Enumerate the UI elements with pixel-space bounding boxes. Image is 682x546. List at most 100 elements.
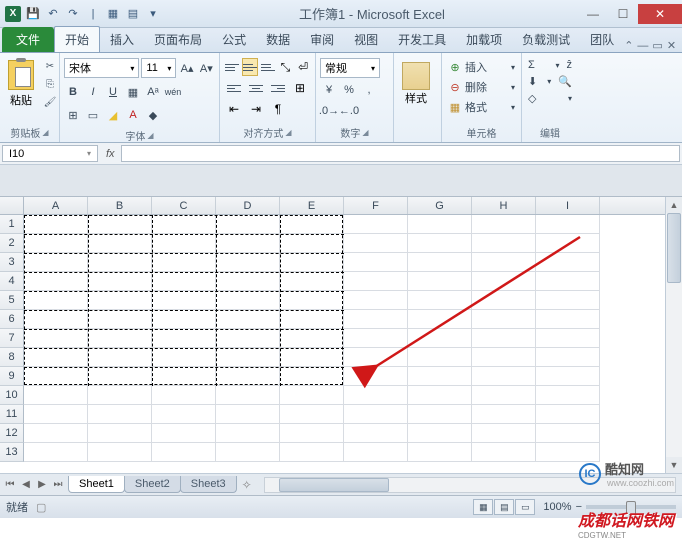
close-button[interactable]: ✕	[638, 4, 682, 24]
row-header[interactable]: 6	[0, 310, 24, 329]
border-icon[interactable]: ▦	[124, 83, 142, 101]
cell[interactable]	[344, 272, 408, 291]
sheet-next-icon[interactable]: ▶	[34, 479, 50, 490]
column-header[interactable]: H	[472, 197, 536, 214]
cell[interactable]	[24, 405, 88, 424]
sheet-last-icon[interactable]: ⏭	[50, 479, 66, 490]
column-header[interactable]: E	[280, 197, 344, 214]
align-middle-icon[interactable]	[242, 58, 258, 76]
format-cells-button[interactable]: ▦格式▾	[446, 98, 517, 116]
cell[interactable]	[472, 234, 536, 253]
cell[interactable]	[344, 348, 408, 367]
delete-cells-button[interactable]: ⊖删除▾	[446, 78, 517, 96]
cell[interactable]	[216, 367, 280, 386]
row-header[interactable]: 1	[0, 215, 24, 234]
zoom-out-icon[interactable]: −	[576, 501, 582, 513]
tab-team[interactable]: 团队	[580, 27, 624, 52]
view-layout-icon[interactable]: ▤	[494, 499, 514, 515]
cell[interactable]	[408, 329, 472, 348]
cell[interactable]	[344, 386, 408, 405]
column-header[interactable]: C	[152, 197, 216, 214]
scroll-up-icon[interactable]: ▲	[666, 197, 682, 213]
cell[interactable]	[408, 215, 472, 234]
undo-icon[interactable]: ↶	[44, 5, 62, 23]
scroll-down-icon[interactable]: ▼	[666, 457, 682, 473]
tab-view[interactable]: 视图	[344, 27, 388, 52]
cell[interactable]	[24, 329, 88, 348]
cell[interactable]	[536, 215, 600, 234]
cell[interactable]	[152, 348, 216, 367]
cell[interactable]	[24, 234, 88, 253]
row-header[interactable]: 13	[0, 443, 24, 462]
cell[interactable]	[472, 215, 536, 234]
number-format-combo[interactable]: 常规▾	[320, 58, 380, 78]
tab-addins[interactable]: 加载项	[456, 27, 512, 52]
tab-dev[interactable]: 开发工具	[388, 27, 456, 52]
cell[interactable]	[280, 367, 344, 386]
zoom-slider[interactable]	[586, 505, 676, 509]
sheet-tab-1[interactable]: Sheet1	[68, 476, 125, 493]
cut-icon[interactable]: ✂	[41, 58, 59, 74]
save-icon[interactable]: 💾	[24, 5, 42, 23]
column-header[interactable]: A	[24, 197, 88, 214]
row-header[interactable]: 12	[0, 424, 24, 443]
border-bottom-icon[interactable]: ⊞	[64, 106, 82, 124]
row-header[interactable]: 9	[0, 367, 24, 386]
cell[interactable]	[216, 424, 280, 443]
cell[interactable]	[88, 329, 152, 348]
cell[interactable]	[472, 310, 536, 329]
autosum-button[interactable]: Σ▾ẑ	[526, 58, 574, 72]
tab-review[interactable]: 审阅	[300, 27, 344, 52]
cell[interactable]	[536, 386, 600, 405]
paste-button[interactable]: 粘贴	[4, 58, 38, 110]
cell[interactable]	[344, 215, 408, 234]
sort-icon[interactable]: ẑ	[567, 59, 573, 71]
increase-indent-icon[interactable]: ⇥	[246, 100, 266, 118]
cell[interactable]	[472, 272, 536, 291]
comma-icon[interactable]: ,	[360, 81, 378, 99]
vertical-scrollbar[interactable]: ▲ ▼	[665, 197, 682, 473]
bold-button[interactable]: B	[64, 83, 82, 101]
underline-button[interactable]: U	[104, 83, 122, 101]
cell[interactable]	[152, 367, 216, 386]
cell[interactable]	[472, 443, 536, 462]
align-bottom-icon[interactable]	[260, 58, 276, 76]
row-header[interactable]: 10	[0, 386, 24, 405]
cell[interactable]	[280, 386, 344, 405]
cell[interactable]	[536, 310, 600, 329]
cell[interactable]	[536, 272, 600, 291]
rtl-icon[interactable]: ¶	[268, 100, 288, 118]
cell[interactable]	[408, 310, 472, 329]
select-all-corner[interactable]	[0, 197, 24, 214]
cell[interactable]	[280, 272, 344, 291]
superscript-icon[interactable]: Aᵃ	[144, 83, 162, 101]
macro-record-icon[interactable]: ▢	[36, 501, 46, 514]
cell[interactable]	[24, 272, 88, 291]
fill-button[interactable]: ⬇▾🔍	[526, 74, 574, 89]
cell[interactable]	[24, 310, 88, 329]
cell[interactable]	[24, 443, 88, 462]
merge-icon[interactable]: ⊞	[290, 79, 310, 97]
decrease-indent-icon[interactable]: ⇤	[224, 100, 244, 118]
grid-main[interactable]: ABCDEFGHI 12345678910111213	[0, 197, 665, 473]
cell[interactable]	[408, 234, 472, 253]
cell[interactable]	[24, 215, 88, 234]
row-header[interactable]: 5	[0, 291, 24, 310]
cell[interactable]	[24, 424, 88, 443]
align-right-icon[interactable]	[268, 79, 288, 97]
cell[interactable]	[280, 291, 344, 310]
redo-icon[interactable]: ↷	[64, 5, 82, 23]
cell[interactable]	[280, 310, 344, 329]
cell[interactable]	[216, 253, 280, 272]
horizontal-scrollbar[interactable]	[264, 477, 676, 493]
tab-loadtest[interactable]: 负载测试	[512, 27, 580, 52]
tab-formulas[interactable]: 公式	[212, 27, 256, 52]
column-header[interactable]: F	[344, 197, 408, 214]
row-header[interactable]: 4	[0, 272, 24, 291]
cell[interactable]	[536, 253, 600, 272]
align-launcher-icon[interactable]: ◢	[285, 128, 291, 137]
increase-decimal-icon[interactable]: .0→	[320, 102, 338, 120]
phonetic-icon[interactable]: wén	[164, 83, 182, 101]
percent-icon[interactable]: %	[340, 81, 358, 99]
cell[interactable]	[344, 253, 408, 272]
